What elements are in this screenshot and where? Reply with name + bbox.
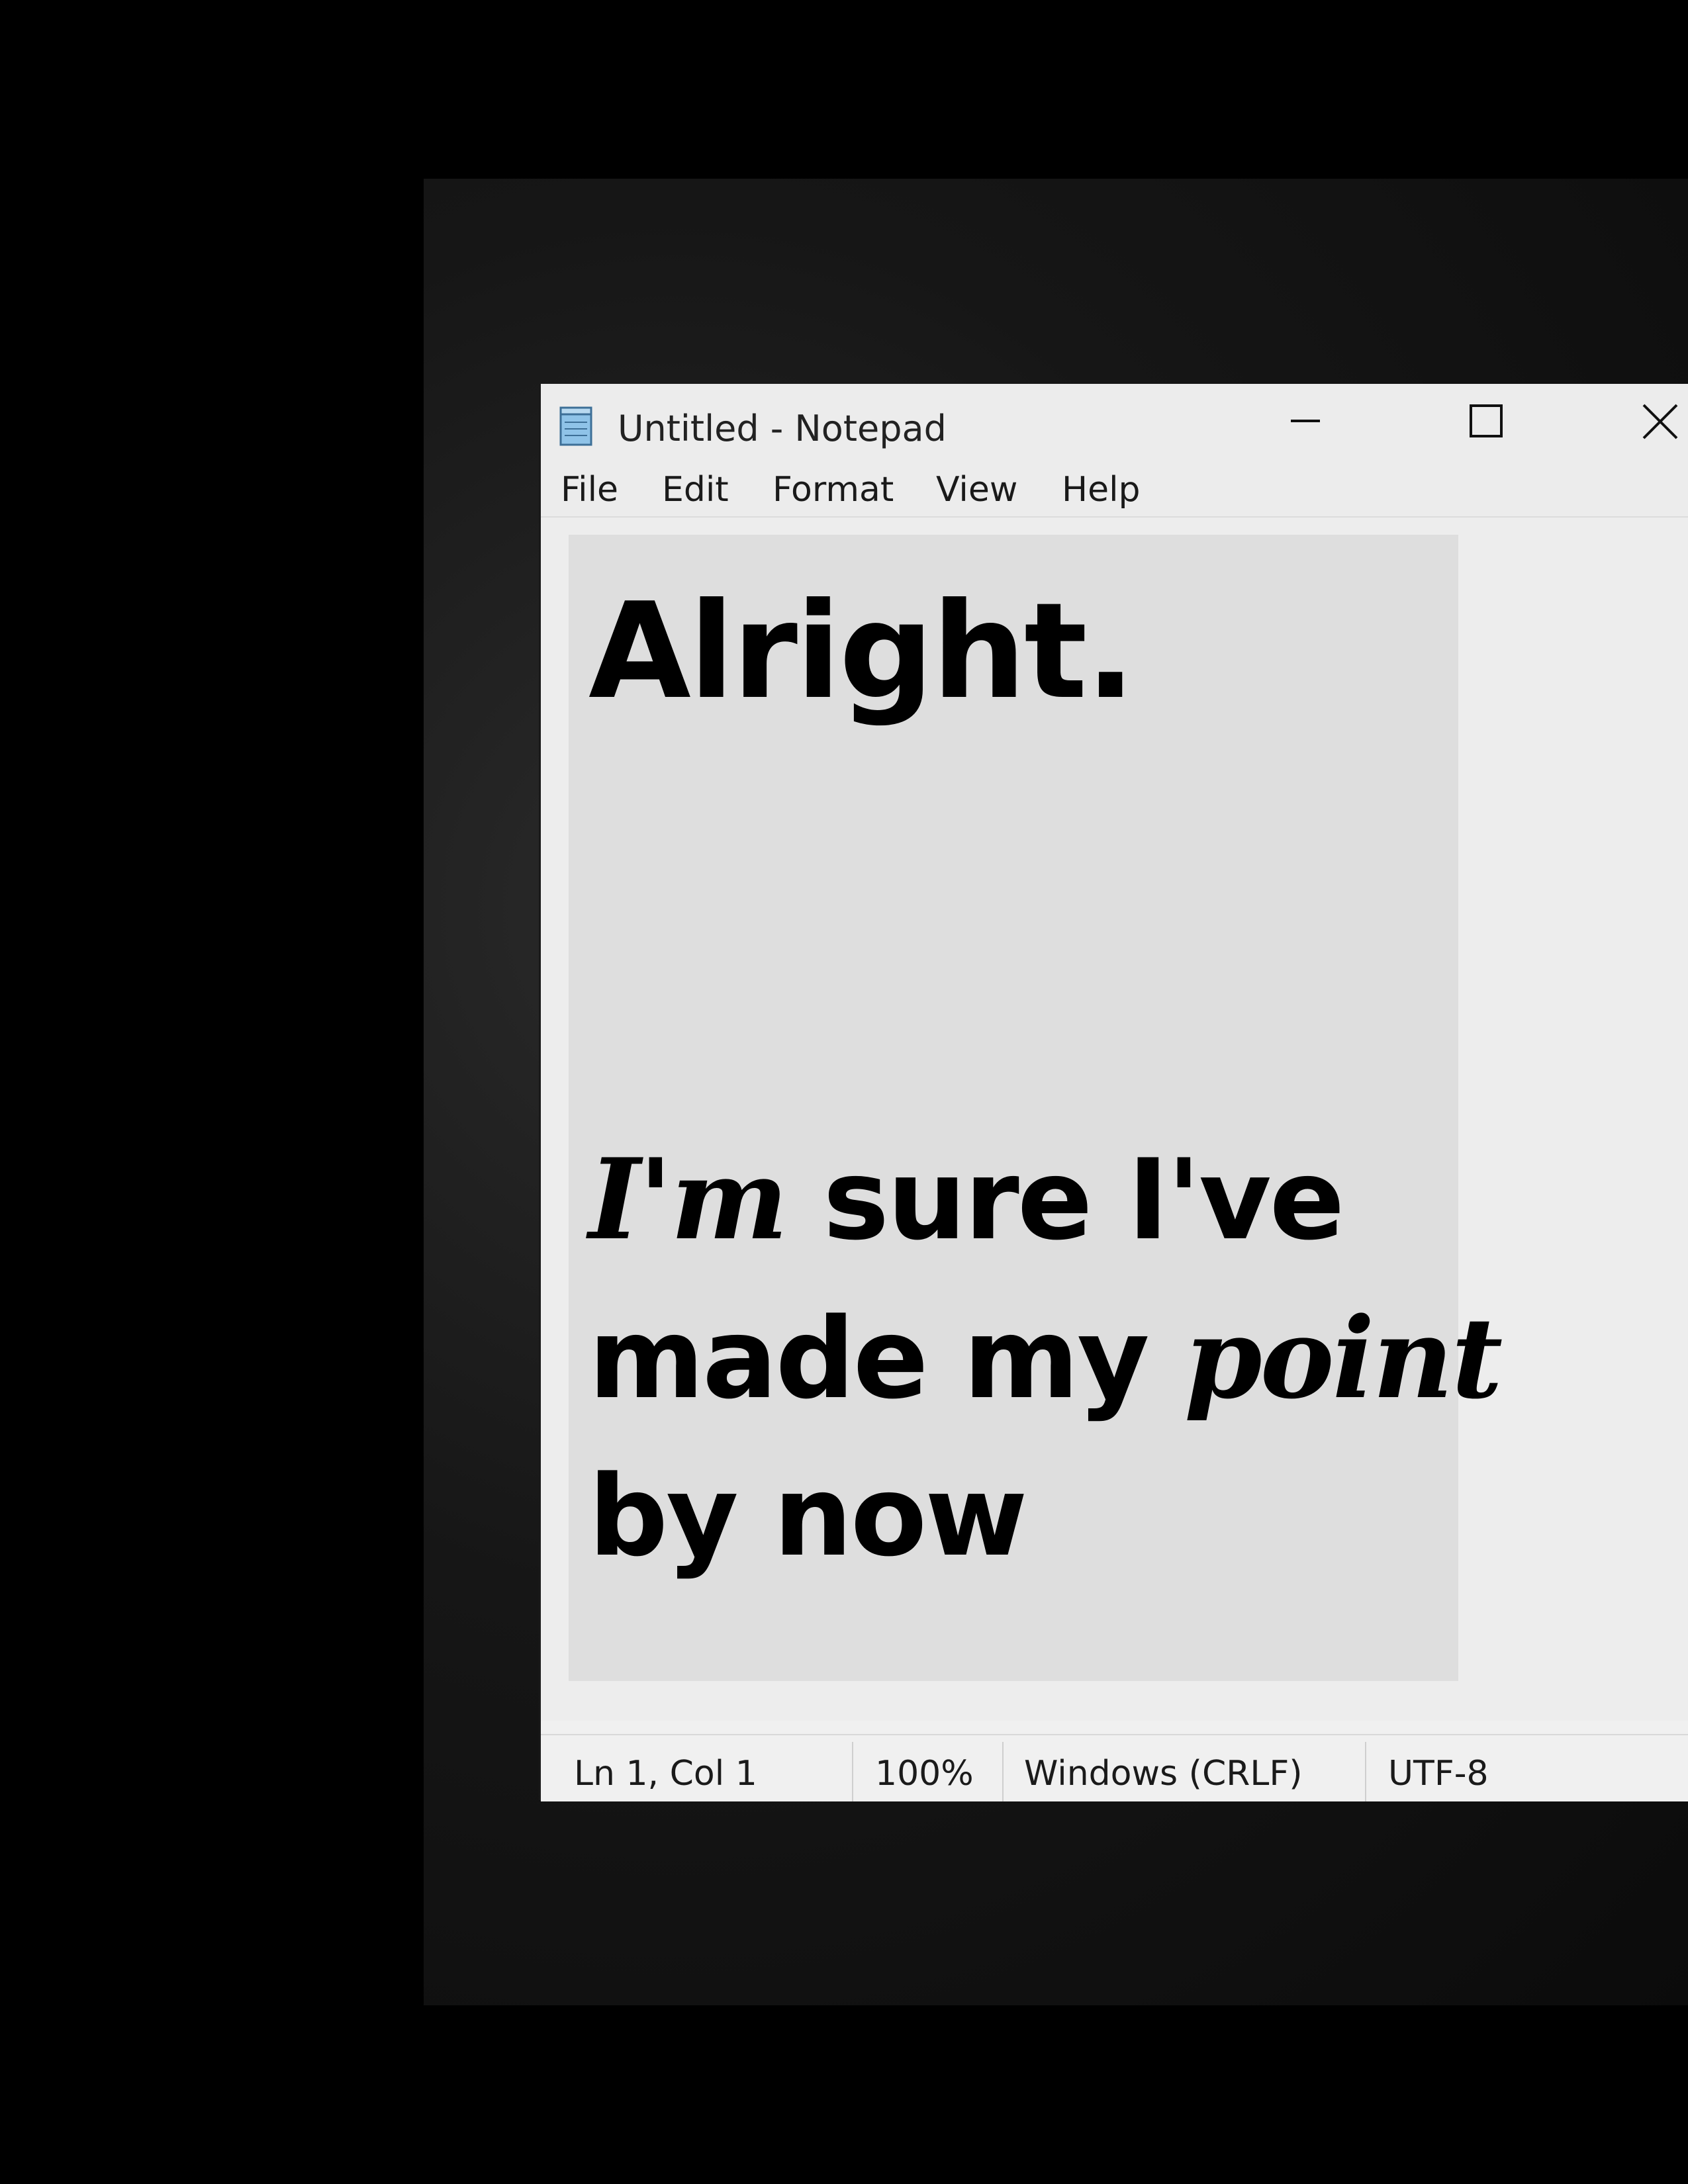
status-divider: [1365, 1742, 1366, 1801]
zoom-level: 100%: [875, 1754, 974, 1794]
notepad-icon: [555, 405, 598, 447]
menu-format[interactable]: Format: [773, 470, 894, 510]
close-button[interactable]: [1626, 384, 1688, 457]
menu-help[interactable]: Help: [1062, 470, 1141, 510]
fancy-word-im: I'm: [588, 1134, 788, 1265]
text-content[interactable]: Alright. I'm sure I've made my point by …: [569, 535, 1503, 1681]
editor-area[interactable]: Alright. I'm sure I've made my point by …: [541, 518, 1688, 1721]
text-line-2: I'm sure I've: [588, 1134, 1345, 1265]
window-title: Untitled - Notepad: [618, 408, 947, 449]
status-divider: [852, 1742, 853, 1801]
text-line-2-rest: sure I've: [786, 1135, 1344, 1265]
menu-edit[interactable]: Edit: [662, 470, 729, 510]
text-line-4: by now: [588, 1451, 1027, 1581]
status-bar: Ln 1, Col 1 100% Windows (CRLF) UTF-8: [541, 1734, 1688, 1801]
minimize-icon: [1291, 420, 1320, 422]
notepad-window: Untitled - Notepad File Edit Format View…: [539, 384, 1688, 1801]
maximize-button[interactable]: [1444, 384, 1524, 457]
title-bar[interactable]: Untitled - Notepad: [541, 384, 1688, 457]
line-ending: Windows (CRLF): [1024, 1754, 1303, 1794]
text-line-3-start: made my: [588, 1294, 1185, 1424]
close-icon: [1642, 404, 1678, 439]
text-line-1: Alright.: [588, 574, 1136, 729]
minimize-button[interactable]: [1266, 384, 1345, 457]
menu-view[interactable]: View: [936, 470, 1017, 510]
text-line-3: made my point: [588, 1293, 1503, 1424]
maximize-icon: [1470, 404, 1503, 437]
status-divider: [1002, 1742, 1004, 1801]
menu-bar: File Edit Format View Help: [541, 457, 1688, 518]
fancy-word-point: point: [1184, 1293, 1503, 1424]
cursor-position: Ln 1, Col 1: [574, 1754, 757, 1794]
menu-file[interactable]: File: [561, 470, 618, 510]
encoding: UTF-8: [1388, 1754, 1489, 1794]
